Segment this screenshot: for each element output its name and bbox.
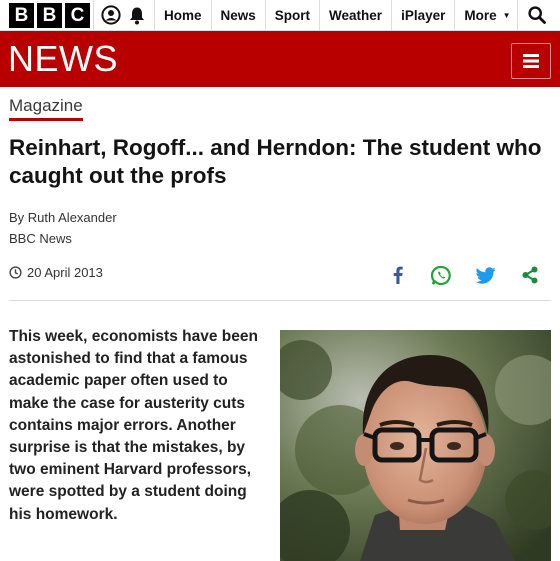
top-navigation: B B C Home News Sport Weather iPlayer Mo… (0, 0, 560, 31)
share-whatsapp-button[interactable] (429, 263, 453, 287)
hamburger-menu-icon (523, 54, 539, 68)
divider (9, 300, 551, 301)
news-banner: NEWS (0, 31, 560, 87)
section-label[interactable]: Magazine (9, 96, 83, 121)
facebook-icon (393, 266, 403, 284)
bbc-logo-letter: C (65, 2, 90, 28)
share-facebook-button[interactable] (388, 263, 408, 287)
article-headline: Reinhart, Rogoff... and Herndon: The stu… (9, 135, 542, 188)
date-text: 20 April 2013 (27, 265, 103, 280)
twitter-icon (476, 266, 496, 284)
author-name: By Ruth Alexander (9, 210, 117, 225)
news-logo[interactable]: NEWS (8, 41, 118, 77)
article-source: BBC News (9, 231, 72, 246)
whatsapp-icon (430, 265, 451, 285)
article-date: 20 April 2013 (9, 265, 103, 280)
byline: By Ruth Alexander BBC News (9, 207, 117, 249)
clock-icon (9, 266, 22, 279)
menu-button[interactable] (511, 43, 551, 79)
search-icon (528, 6, 547, 24)
notifications-button[interactable] (128, 0, 154, 30)
nav-more-label: More (464, 7, 497, 23)
nav-item-news[interactable]: News (210, 0, 265, 30)
nav-item-sport[interactable]: Sport (264, 0, 319, 30)
article-intro: This week, economists have been astonish… (9, 328, 258, 523)
article-photo (280, 330, 551, 561)
share-icon (522, 266, 538, 284)
nav-item-weather[interactable]: Weather (319, 0, 391, 30)
nav-item-home[interactable]: Home (154, 0, 211, 30)
nav-item-iplayer[interactable]: iPlayer (391, 0, 454, 30)
chevron-down-icon: ▼ (502, 10, 511, 20)
bbc-logo[interactable]: B B C (0, 0, 93, 30)
bell-icon (130, 7, 144, 24)
account-button[interactable] (94, 0, 128, 30)
user-circle-icon (101, 5, 121, 25)
share-twitter-button[interactable] (474, 263, 498, 287)
nav-more-button[interactable]: More ▼ (454, 0, 517, 30)
bbc-logo-letter: B (37, 2, 62, 28)
search-button[interactable] (517, 0, 556, 30)
share-more-button[interactable] (519, 263, 541, 287)
bbc-logo-letter: B (9, 2, 34, 28)
